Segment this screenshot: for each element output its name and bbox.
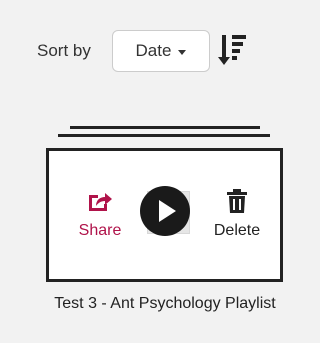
delete-button[interactable]: Delete [207,189,267,240]
play-button[interactable] [140,186,190,236]
playlist-title[interactable]: Test 3 - Ant Psychology Playlist [40,292,290,316]
play-icon [159,200,176,222]
trash-icon [227,189,247,213]
delete-label: Delete [213,222,261,239]
playlist-stack-line [70,126,260,129]
playlist-stack-line [58,134,270,137]
caret-down-icon [178,49,187,55]
share-button[interactable]: Share [73,189,127,240]
share-icon [89,193,112,211]
playlist-panel: Sort by Date Share Delete Test 3 - Ant P… [0,0,299,343]
sort-by-label: Sort by [37,41,91,60]
sort-select[interactable]: Date [112,30,210,72]
sort-amount-down-icon[interactable] [218,29,248,71]
sort-selected-value: Date [135,41,172,60]
playlist-card[interactable]: Share Delete [46,148,283,282]
share-label: Share [78,222,122,239]
